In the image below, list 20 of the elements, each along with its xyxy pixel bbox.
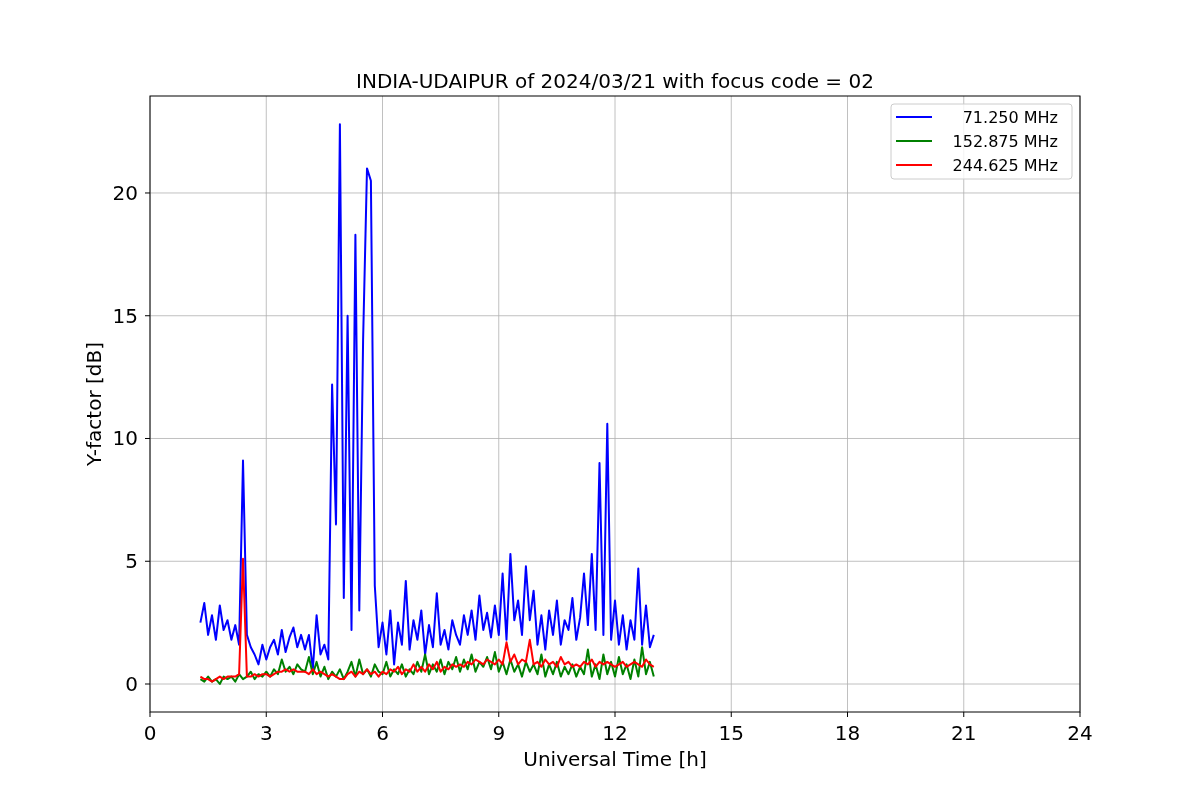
x-tick-label: 9 [492,721,506,745]
x-tick-label: 3 [259,721,273,745]
x-tick-label: 6 [376,721,389,745]
legend-label: 244.625 MHz [952,156,1058,175]
y-tick-label: 0 [125,672,138,696]
x-tick-label: 15 [718,721,744,745]
chart-title: INDIA-UDAIPUR of 2024/03/21 with focus code = 02 [356,69,874,93]
legend-label: 71.250 MHz [962,108,1058,127]
y-tick-label: 10 [112,426,138,451]
x-axis-label: Universal Time [h] [523,747,707,771]
x-tick-label: 0 [143,721,157,745]
x-tick-label: 21 [951,721,977,745]
x-tick-label: 24 [1067,721,1093,745]
y-axis-label: Y-factor [dB] [82,342,106,466]
legend-label: 152.875 MHz [952,132,1058,151]
y-tick-label: 5 [125,549,138,574]
y-tick-label: 20 [112,181,138,205]
x-tick-label: 18 [834,721,861,745]
y-tick-label: 15 [112,303,138,328]
x-tick-label: 12 [602,721,628,745]
